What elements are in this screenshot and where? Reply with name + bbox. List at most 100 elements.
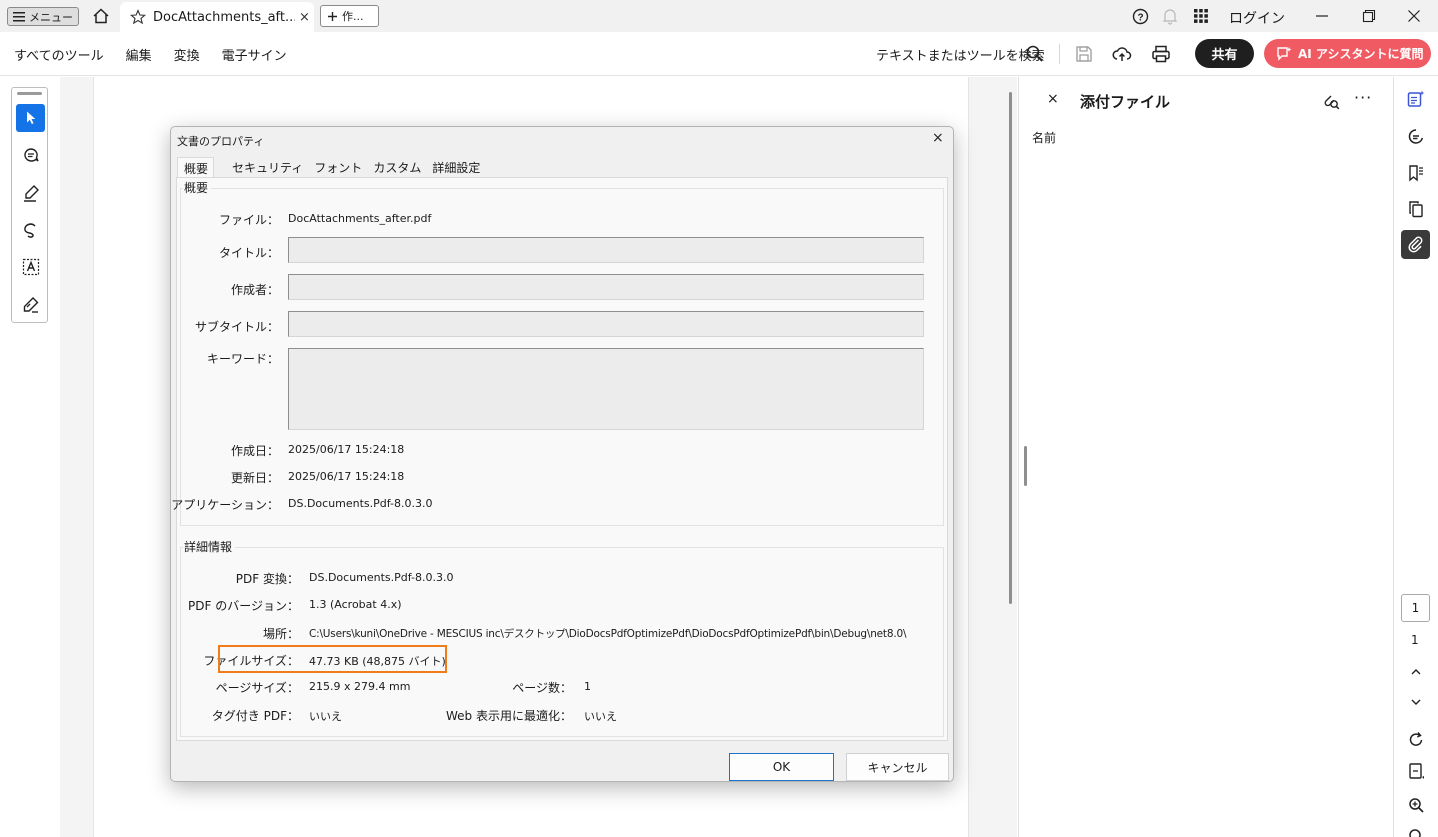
cancel-button[interactable]: キャンセル (846, 753, 949, 781)
cloud-upload-icon[interactable] (1112, 44, 1132, 64)
page-size-label: ページサイズ： (215, 681, 299, 695)
rail-prev-page[interactable] (1405, 661, 1427, 683)
attachment-search-icon[interactable] (1322, 92, 1340, 110)
details-group-label: 詳細情報 (183, 538, 236, 555)
login-link[interactable]: ログイン (1229, 8, 1285, 28)
title-field[interactable] (288, 237, 924, 263)
ai-assistant-button[interactable]: AI アシスタントに質問 (1264, 39, 1431, 68)
menu-item-esign[interactable]: 電子サイン (222, 45, 287, 64)
file-size-highlight-box (218, 645, 447, 673)
dialog-close-icon[interactable]: × (932, 130, 944, 146)
share-button[interactable]: 共有 (1195, 39, 1254, 68)
menu-item-edit[interactable]: 編集 (126, 45, 152, 64)
bell-icon[interactable] (1162, 8, 1178, 25)
menu-label: メニュー (29, 10, 73, 24)
panel-divider (1018, 77, 1019, 837)
application-value: DS.Documents.Pdf-8.0.3.0 (288, 497, 433, 510)
text-box-tool[interactable] (16, 253, 45, 281)
restore-icon[interactable] (1362, 9, 1376, 23)
plus-icon (328, 11, 337, 21)
author-field[interactable] (288, 274, 924, 300)
help-icon[interactable]: ? (1132, 8, 1149, 25)
menu-item-all-tools[interactable]: すべてのツール (14, 45, 104, 64)
fit-page-icon (1409, 763, 1424, 779)
location-value: C:\Users\kuni\OneDrive - MESCIUS inc\デスク… (309, 628, 907, 640)
tab-custom[interactable]: カスタム (367, 157, 426, 177)
tagged-pdf-label: タグ付き PDF： (211, 709, 299, 723)
document-tab[interactable]: DocAttachments_aft... × (120, 2, 314, 32)
rail-rotate[interactable] (1405, 728, 1427, 750)
rail-zoom-in[interactable] (1405, 794, 1427, 816)
comments-panel-icon (1408, 129, 1424, 144)
save-icon[interactable] (1074, 44, 1094, 64)
comment-icon (23, 148, 39, 162)
subject-label: サブタイトル： (194, 320, 279, 334)
home-icon[interactable] (92, 7, 110, 25)
tab-close-icon[interactable]: × (299, 10, 310, 25)
close-window-icon[interactable] (1407, 9, 1421, 23)
page-count-label: ページ数： (512, 681, 572, 695)
toolbar-grip[interactable] (17, 92, 42, 95)
tab-advanced[interactable]: 詳細設定 (426, 157, 485, 177)
select-tool[interactable] (16, 104, 45, 132)
panel-title: 添付ファイル (1080, 93, 1171, 111)
paperclip-icon (1408, 236, 1423, 253)
attachments-name-header[interactable]: 名前 (1032, 129, 1056, 146)
sign-tool[interactable] (16, 291, 45, 319)
apps-grid-icon[interactable] (1194, 9, 1208, 23)
tab-summary[interactable]: 概要 (177, 157, 215, 177)
draw-tool[interactable] (16, 216, 45, 244)
main-toolbar: すべてのツール 編集 変換 電子サイン テキストまたはツールを検索 共有 AI … (0, 32, 1438, 76)
subject-field[interactable] (288, 311, 924, 337)
comment-tool[interactable] (16, 142, 45, 170)
print-icon[interactable] (1151, 44, 1171, 64)
modified-value: 2025/06/17 15:24:18 (288, 470, 405, 483)
document-scrollbar[interactable] (1009, 92, 1012, 604)
panel-close-icon[interactable]: × (1047, 91, 1059, 107)
producer-label: PDF 変換： (235, 572, 299, 586)
menu-button[interactable]: メニュー (7, 7, 79, 26)
share-label: 共有 (1211, 48, 1238, 63)
text-box-icon (22, 258, 39, 276)
chevron-down-icon (1411, 699, 1421, 705)
panel-resize-handle[interactable] (1024, 446, 1027, 486)
tab-title: DocAttachments_aft... (153, 9, 295, 25)
search-icon[interactable] (1025, 44, 1045, 64)
zoom-in-icon (1408, 797, 1424, 813)
created-value: 2025/06/17 15:24:18 (288, 443, 405, 456)
more-options-icon[interactable]: ··· (1354, 88, 1372, 107)
pages-icon (1409, 201, 1423, 218)
keywords-field[interactable] (288, 348, 924, 430)
rotate-icon (1409, 731, 1422, 746)
fast-web-view-label: Web 表示用に最適化： (446, 709, 572, 723)
pdf-version-label: PDF のバージョン： (188, 599, 299, 613)
menu-item-convert[interactable]: 変換 (174, 45, 200, 64)
star-icon[interactable] (130, 9, 146, 25)
rail-bookmarks[interactable] (1405, 162, 1427, 184)
summary-group-label: 概要 (183, 179, 212, 196)
title-label: タイトル： (218, 246, 279, 260)
current-page-input[interactable]: 1 (1401, 594, 1430, 622)
hamburger-icon (13, 11, 25, 21)
rail-comments[interactable] (1405, 126, 1427, 148)
zoom-out-icon (1409, 829, 1421, 837)
created-label: 作成日： (230, 444, 279, 458)
dialog-title: 文書のプロパティ (177, 135, 265, 148)
rail-pages[interactable] (1405, 198, 1427, 220)
pen-sign-icon (23, 297, 38, 313)
rail-next-page[interactable] (1405, 691, 1427, 713)
rail-ai-summary[interactable] (1405, 88, 1427, 110)
highlight-tool[interactable] (16, 179, 45, 207)
svg-text:?: ? (1137, 12, 1143, 23)
tab-fonts[interactable]: フォント (308, 157, 367, 177)
tab-security[interactable]: セキュリティ (226, 157, 308, 177)
rail-zoom-out[interactable] (1408, 828, 1424, 837)
ok-button[interactable]: OK (729, 753, 834, 781)
rail-attachments[interactable] (1401, 230, 1430, 259)
new-tab-button[interactable]: 作... (320, 5, 379, 27)
minimize-icon[interactable] (1315, 9, 1329, 23)
search-tools-label[interactable]: テキストまたはツールを検索 (876, 45, 1045, 64)
author-label: 作成者： (230, 283, 279, 297)
rail-fit-page[interactable] (1405, 760, 1427, 782)
document-properties-dialog: 文書のプロパティ × 概要 セキュリティ フォント カスタム 詳細設定 概要 フ… (170, 126, 954, 782)
